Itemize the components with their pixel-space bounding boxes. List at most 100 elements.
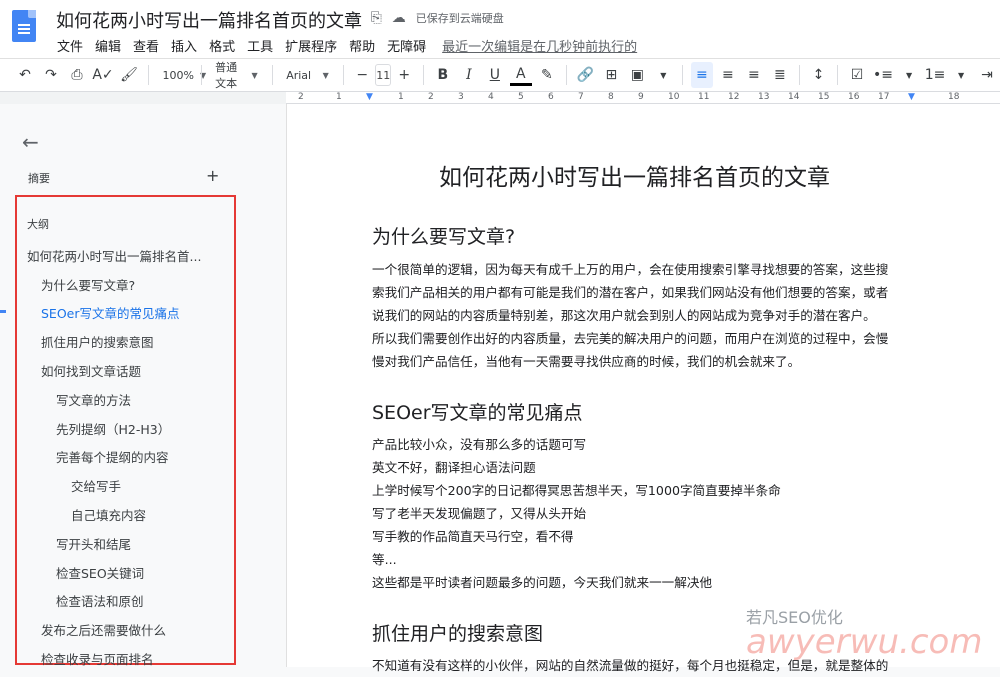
horizontal-ruler[interactable]: 2 1 ▼ 1 2 3 4 5 6 7 8 9 10 11 12 13 14 1… <box>286 92 1000 104</box>
align-center-icon[interactable]: ≡ <box>717 62 739 88</box>
outline-item[interactable]: 写文章的方法 <box>56 390 131 409</box>
redo-icon[interactable]: ↷ <box>40 62 62 88</box>
checklist-icon[interactable]: ☑ <box>846 62 868 88</box>
link-icon[interactable]: 🔗 <box>574 62 596 88</box>
toolbar-divider <box>682 65 683 85</box>
chevron-down-icon[interactable]: ▼ <box>950 62 972 88</box>
text-color-icon[interactable]: A <box>509 64 532 86</box>
ruler-mark: 15 <box>818 92 830 102</box>
ruler-margin <box>0 92 286 104</box>
watermark-url: awyerwu.com <box>746 622 983 662</box>
ruler-mark: 7 <box>578 92 584 102</box>
highlight-icon[interactable]: ✎ <box>536 62 558 88</box>
menu-help[interactable]: 帮助 <box>349 36 375 55</box>
docs-logo-icon[interactable] <box>12 10 36 42</box>
toolbar-divider <box>148 65 149 85</box>
document-heading: 如何花两小时写出一篇排名首页的文章 <box>439 165 830 191</box>
paragraph-line: 英文不好，翻译担心语法问题 <box>372 460 536 475</box>
font-value: Arial <box>286 68 312 82</box>
font-select[interactable]: Arial ▼ <box>280 62 335 88</box>
ruler-mark: 3 <box>458 92 464 102</box>
toolbar-divider <box>798 65 800 85</box>
paragraph-line: 产品比较小众，没有那么多的话题可写 <box>372 437 587 452</box>
star-icon[interactable]: ☆ <box>348 10 361 26</box>
section-heading: 抓住用户的搜索意图 <box>372 623 544 645</box>
print-icon[interactable]: ⎙ <box>66 62 88 88</box>
menu-bar: 文件 编辑 查看 插入 格式 工具 扩展程序 帮助 无障碍 最近一次编辑是在几秒… <box>57 36 649 55</box>
outline-item[interactable]: 检查语法和原创 <box>56 591 144 610</box>
menu-accessibility[interactable]: 无障碍 <box>387 36 426 55</box>
section-heading: 为什么要写文章? <box>372 226 516 248</box>
outline-item[interactable]: 如何花两小时写出一篇排名首... <box>27 246 201 265</box>
ruler-mark: 5 <box>518 92 524 102</box>
paragraph-line: 一个很简单的逻辑，因为每天有成千上万的用户，会在使用搜索引擎寻找想要的答案，这些… <box>372 262 889 277</box>
line-spacing-icon[interactable]: ↕ <box>807 62 829 88</box>
align-justify-icon[interactable]: ≣ <box>769 62 791 88</box>
align-left-icon[interactable]: ≡ <box>690 62 713 88</box>
menu-edit[interactable]: 编辑 <box>95 36 121 55</box>
paragraph-line: 所以我们需要创作出好的内容质量，去完美的解决用户的问题，而用户在浏览的过程中，会… <box>372 331 889 346</box>
paragraph-line: 这些都是平时读者问题最多的问题，今天我们就来一一解决他 <box>372 575 713 590</box>
outline-item[interactable]: 写开头和结尾 <box>56 534 131 553</box>
spellcheck-icon[interactable]: A✓ <box>92 62 114 88</box>
style-select[interactable]: 普通文本 ▼ <box>209 61 264 90</box>
toolbar-divider <box>200 65 202 85</box>
outline-item[interactable]: 检查SEO关键词 <box>56 563 144 582</box>
outline-label: 大纲 <box>27 218 49 231</box>
ruler-mark: 8 <box>608 92 614 102</box>
decrease-font-size-button[interactable]: − <box>351 62 373 88</box>
last-edit-link[interactable]: 最近一次编辑是在几秒钟前执行的 <box>442 36 637 55</box>
paragraph-line: 慢对我们产品信任，当他有一天需要寻找供应商的时候，我们的机会就来了。 <box>372 354 801 369</box>
ruler-mark: 16 <box>848 92 860 102</box>
paragraph-line: 写了老半天发现偏题了，又得从头开始 <box>372 506 587 521</box>
outline-item-current[interactable]: SEOer写文章的常见痛点 <box>41 303 180 322</box>
chevron-down-icon[interactable]: ▼ <box>652 62 674 88</box>
font-size-input[interactable]: 11 <box>375 64 392 86</box>
indent-marker-icon[interactable]: ▼ <box>366 92 373 102</box>
outline-item[interactable]: 先列提纲（H2-H3） <box>56 419 170 438</box>
outline-item[interactable]: 自己填充内容 <box>71 505 146 524</box>
outline-item[interactable]: 如何找到文章话题 <box>41 361 141 380</box>
comment-icon[interactable]: ⊞ <box>600 62 622 88</box>
undo-icon[interactable]: ↶ <box>14 62 36 88</box>
document-page[interactable]: 如何花两小时写出一篇排名首页的文章 为什么要写文章? 一个很简单的逻辑，因为每天… <box>286 104 1000 673</box>
ruler-mark: 4 <box>488 92 494 102</box>
align-right-icon[interactable]: ≡ <box>743 62 765 88</box>
paragraph-line: 上学时候写个200字的日记都得冥思苦想半天，写1000字简直要掉半条命 <box>372 483 781 498</box>
menu-file[interactable]: 文件 <box>57 36 83 55</box>
italic-icon[interactable]: I <box>458 62 480 88</box>
chevron-down-icon[interactable]: ▼ <box>898 62 920 88</box>
right-margin-marker-icon[interactable]: ▼ <box>908 92 915 102</box>
paint-format-icon[interactable]: 🖌 <box>118 62 140 88</box>
outline-item[interactable]: 抓住用户的搜索意图 <box>41 332 154 351</box>
menu-extensions[interactable]: 扩展程序 <box>285 36 337 55</box>
move-folder-icon[interactable]: ⎘ <box>371 10 382 26</box>
image-icon[interactable]: ▣ <box>626 62 648 88</box>
zoom-select[interactable]: 100% ▼ <box>157 62 207 88</box>
bulleted-list-icon[interactable]: •≡ <box>872 62 894 88</box>
menu-view[interactable]: 查看 <box>133 36 159 55</box>
chevron-down-icon: ▼ <box>322 70 329 80</box>
add-summary-icon[interactable]: + <box>206 166 219 185</box>
numbered-list-icon[interactable]: 1≡ <box>924 62 946 88</box>
paragraph-line: 说我们的网站的内容质量特别差，那这次用户就会到别人的网站成为竞争对手的潜在客户。 <box>372 308 876 323</box>
menu-format[interactable]: 格式 <box>209 36 235 55</box>
outline-item[interactable]: 发布之后还需要做什么 <box>41 620 166 639</box>
outline-item[interactable]: 检查收录与页面排名 <box>41 649 154 668</box>
saved-status: 已保存到云端硬盘 <box>415 12 504 25</box>
back-arrow-icon[interactable]: ← <box>22 130 39 154</box>
underline-icon[interactable]: U <box>484 62 506 88</box>
outline-sidebar: ← 摘要 + 大纲 如何花两小时写出一篇排名首... 为什么要写文章? SEOe… <box>0 104 284 667</box>
increase-font-size-button[interactable]: + <box>393 62 415 88</box>
ruler-mark: 1 <box>336 92 342 102</box>
toolbar-divider <box>423 65 424 85</box>
zoom-value: 100% <box>162 68 194 82</box>
menu-insert[interactable]: 插入 <box>171 36 197 55</box>
outline-item[interactable]: 为什么要写文章? <box>41 275 135 294</box>
indent-icon[interactable]: ⇥ <box>976 62 998 88</box>
menu-tools[interactable]: 工具 <box>247 36 273 55</box>
bold-icon[interactable]: B <box>432 62 454 88</box>
document-title[interactable]: 如何花两小时写出一篇排名首页的文章 <box>56 7 362 33</box>
outline-item[interactable]: 完善每个提纲的内容 <box>56 447 169 466</box>
outline-item[interactable]: 交给写手 <box>71 476 121 495</box>
